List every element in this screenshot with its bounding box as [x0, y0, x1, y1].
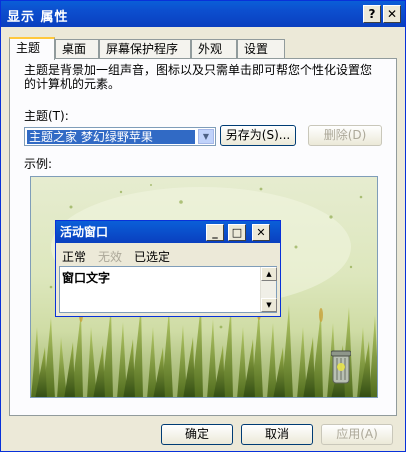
tab-themes[interactable]: 主题	[9, 37, 55, 60]
sample-text-area: 窗口文字 ▲ ▼	[59, 266, 277, 313]
sample-window-title: 活动窗口	[56, 221, 280, 243]
theme-dropdown[interactable]: 主题之家 梦幻绿野苹果 ▼	[24, 127, 216, 146]
tab-appearance[interactable]: 外观	[191, 39, 237, 59]
themes-description: 主题是背景加一组声音，图标以及只需单击即可帮您个性化设置您的计算机的元素。	[24, 63, 373, 91]
scroll-down-icon: ▼	[261, 298, 277, 312]
tab-desktop[interactable]: 桌面	[55, 39, 99, 59]
minimize-icon: _	[206, 224, 224, 241]
theme-label: 主题(T):	[24, 109, 69, 123]
display-properties-dialog: 显示 属性 ? ✕ 主题 桌面 屏幕保护程序 外观 设置 主题是背景加一组声音，…	[0, 0, 406, 452]
title-bar[interactable]: 显示 属性 ? ✕	[1, 1, 405, 27]
menu-selected: 已选定	[134, 250, 171, 264]
window-title: 显示 属性	[7, 10, 69, 25]
tab-screensaver[interactable]: 屏幕保护程序	[99, 39, 191, 59]
maximize-icon: □	[228, 224, 246, 241]
menu-disabled: 无效	[98, 250, 123, 264]
save-as-button[interactable]: 另存为(S)...	[220, 125, 296, 146]
theme-selected-value: 主题之家 梦幻绿野苹果	[27, 130, 195, 144]
sample-scrollbar: ▲ ▼	[260, 267, 277, 312]
sample-active-window: 活动窗口 _ □ ✕ 正常 无效 已选定 窗口文字 ▲ ▼	[55, 220, 281, 317]
apply-button[interactable]: 应用(A)	[321, 424, 393, 445]
help-button[interactable]: ?	[363, 5, 381, 23]
sample-label: 示例:	[24, 157, 53, 171]
recycle-bin-icon	[331, 350, 351, 384]
close-icon: ✕	[252, 224, 270, 241]
chevron-down-icon[interactable]: ▼	[198, 129, 214, 144]
delete-button[interactable]: 删除(D)	[308, 125, 382, 146]
themes-panel: 主题是背景加一组声音，图标以及只需单击即可帮您个性化设置您的计算机的元素。 主题…	[9, 58, 397, 416]
theme-preview: 活动窗口 _ □ ✕ 正常 无效 已选定 窗口文字 ▲ ▼	[30, 176, 378, 398]
tab-settings[interactable]: 设置	[237, 39, 285, 59]
close-button[interactable]: ✕	[383, 5, 401, 23]
menu-normal: 正常	[62, 250, 87, 264]
ok-button[interactable]: 确定	[161, 424, 233, 445]
cancel-button[interactable]: 取消	[241, 424, 313, 445]
sample-window-text: 窗口文字	[62, 271, 111, 285]
scroll-up-icon: ▲	[261, 267, 277, 281]
